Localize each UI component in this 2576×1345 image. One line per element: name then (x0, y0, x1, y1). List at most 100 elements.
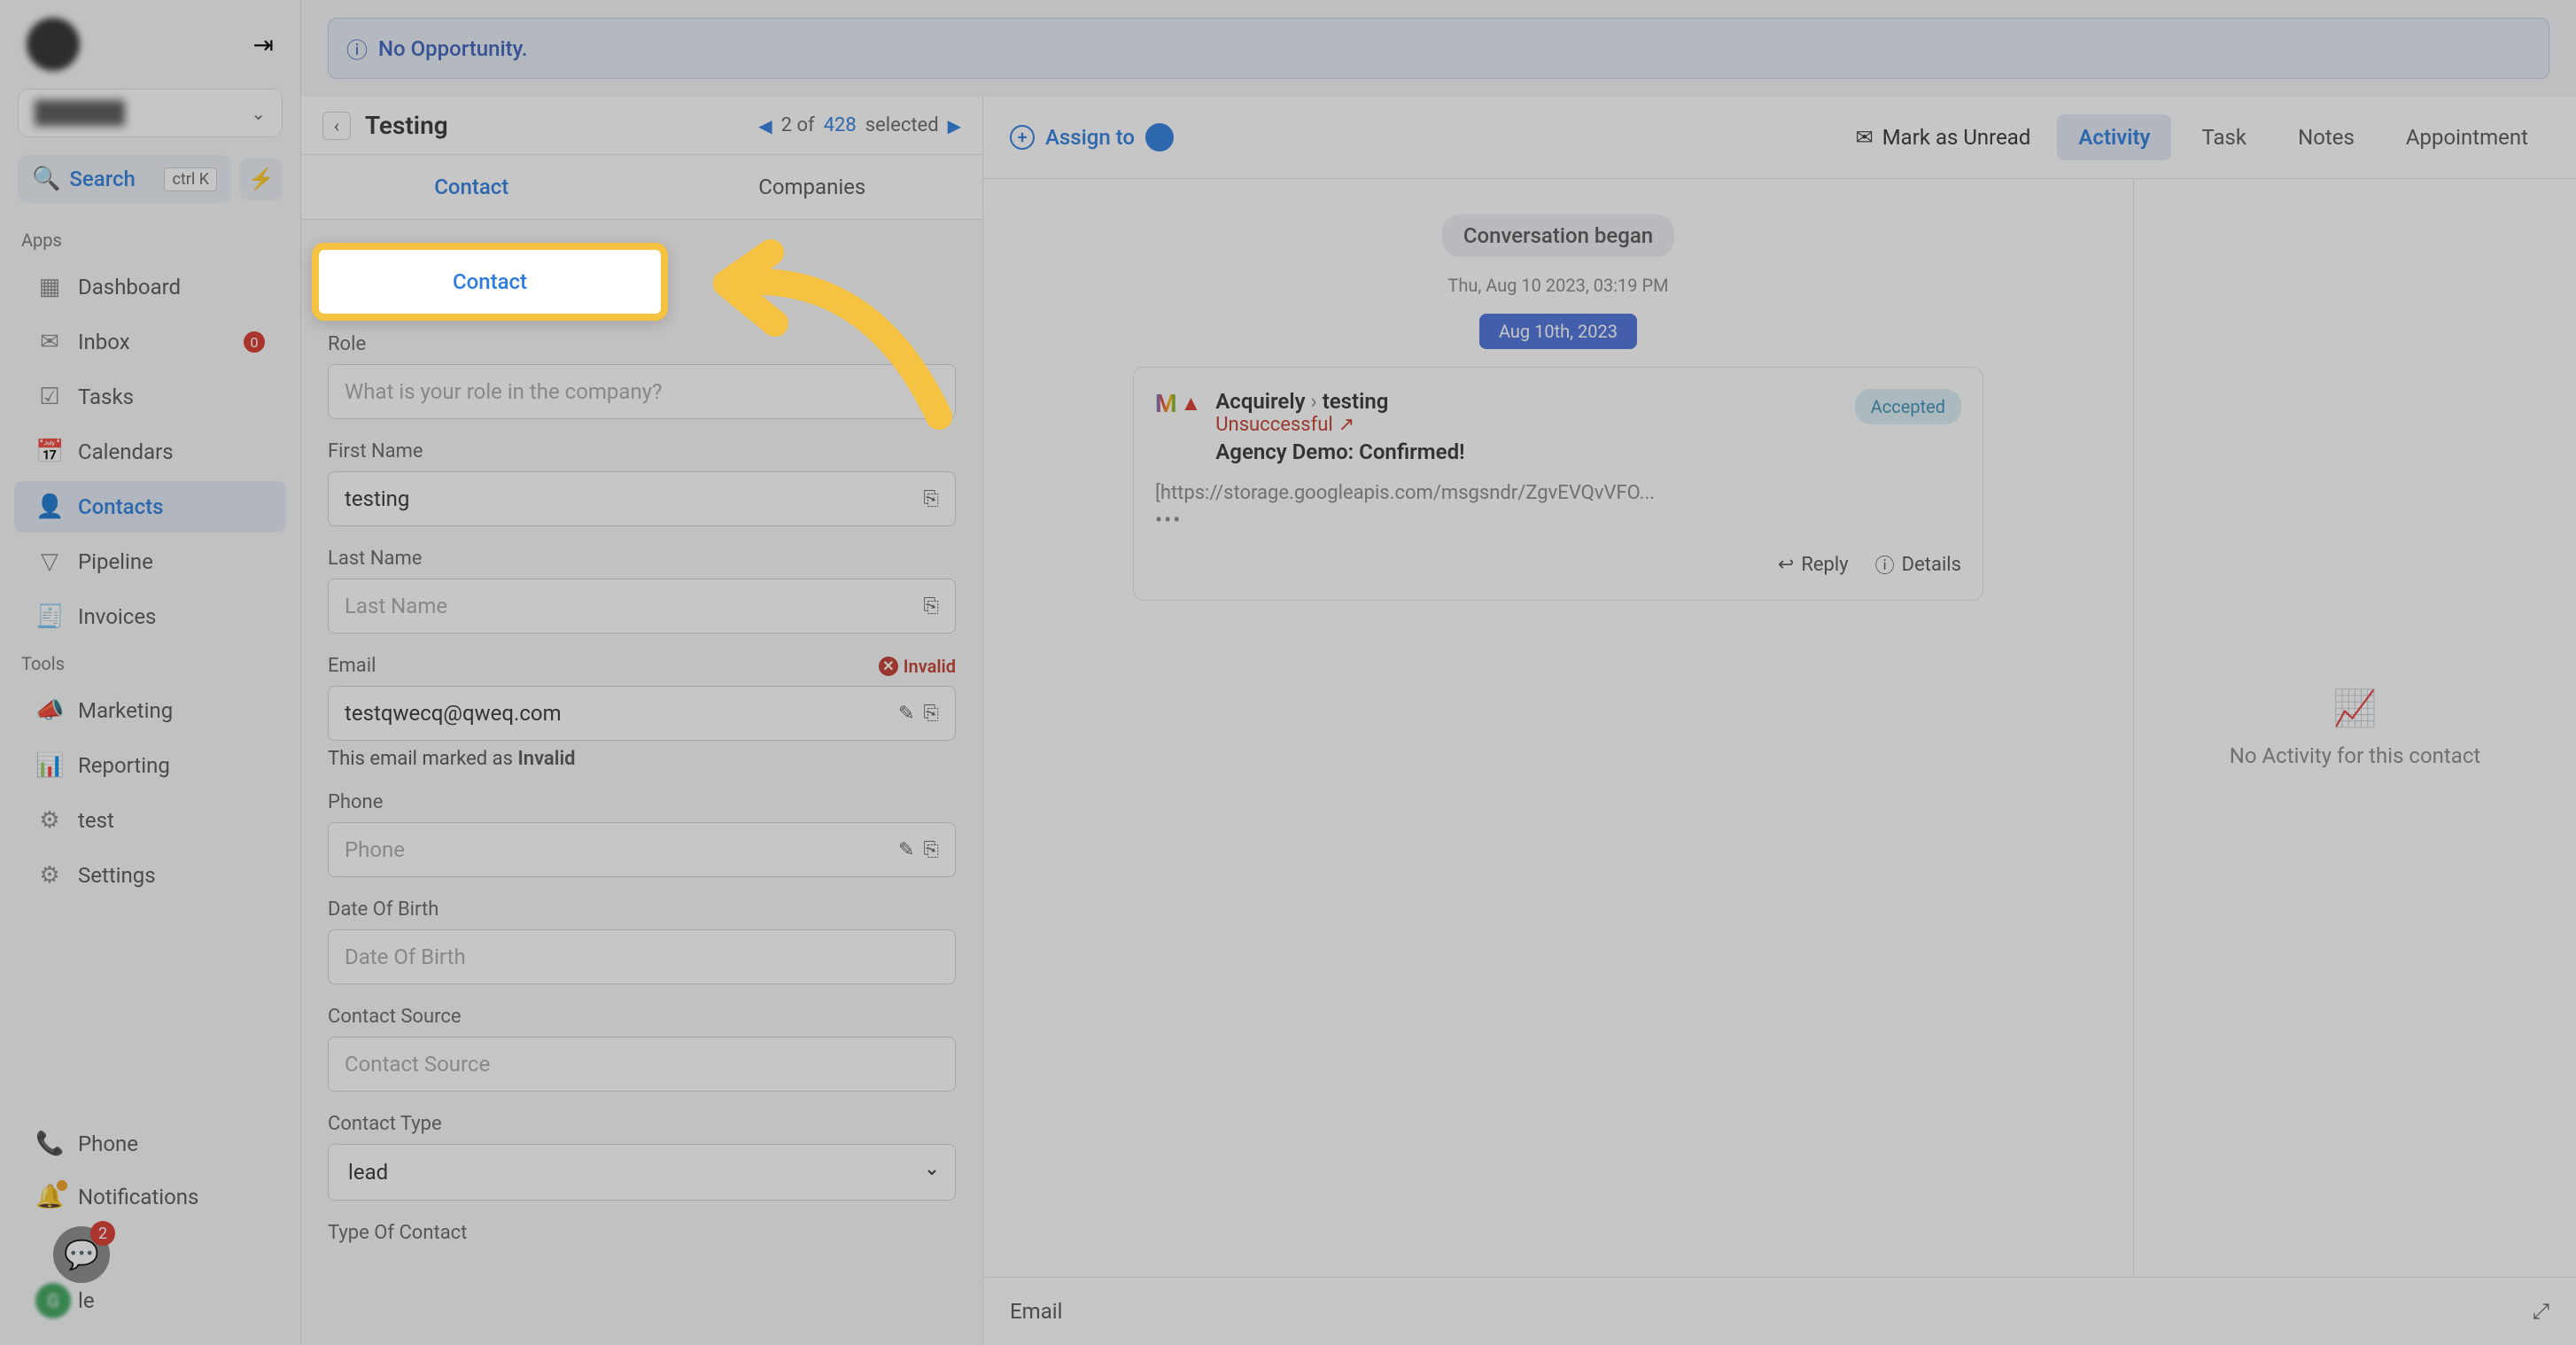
field-action-icon[interactable]: ⎘ (923, 488, 939, 510)
field-role: Role ⎘ (328, 333, 956, 419)
contact-form: Hide empty fields ⌄ Contact Role ⎘ (301, 220, 982, 1345)
field-action-icon[interactable]: ⎘ (923, 839, 939, 861)
last-name-input-wrap[interactable]: ⎘ (328, 579, 956, 634)
nav-notifications[interactable]: 🔔Notifications (14, 1171, 286, 1223)
first-name-input[interactable] (345, 486, 923, 511)
quick-action-button[interactable]: ⚡ (240, 158, 283, 200)
field-type-of-contact: Type Of Contact (328, 1222, 956, 1244)
sidebar: ⇥ ██████ ⌄ 🔍 Search ctrl K ⚡ Apps ▦Dashb… (0, 0, 301, 1345)
type-select-wrap[interactable]: lead (328, 1144, 956, 1201)
nav-tasks[interactable]: ☑Tasks (14, 371, 286, 423)
email-input-wrap[interactable]: ✎ ⎘ (328, 686, 956, 741)
nav-contacts[interactable]: 👤Contacts (14, 481, 286, 533)
envelope-icon: ✉ (1856, 125, 1874, 150)
tab-companies[interactable]: Companies (642, 155, 983, 219)
invoices-icon: 🧾 (35, 603, 64, 630)
first-name-input-wrap[interactable]: ⎘ (328, 471, 956, 526)
date-pill: Aug 10th, 2023 (1479, 314, 1637, 349)
email-status: Unsuccessful↗ (1215, 414, 1840, 436)
dob-input[interactable] (345, 945, 939, 969)
pager-next[interactable]: ▶ (948, 115, 961, 136)
main-content: ⓘ No Opportunity. ‹ Testing ◀ 2 of 428 s… (301, 0, 2576, 1345)
field-first-name: First Name ⎘ (328, 440, 956, 526)
section-tools: Tools (0, 644, 300, 683)
mark-unread-button[interactable]: ✉ Mark as Unread (1856, 125, 2031, 150)
email-input[interactable] (345, 701, 898, 726)
menu-toggle-icon[interactable]: ⇥ (253, 30, 274, 59)
compose-bar[interactable]: Email ⤢ (983, 1277, 2576, 1345)
tab-appointment[interactable]: Appointment (2385, 114, 2549, 160)
profile-avatar[interactable]: G (35, 1283, 71, 1318)
email-from: Acquirely›testing (1215, 389, 1840, 414)
edit-icon[interactable]: ✎ (898, 703, 914, 725)
compose-label: Email (1010, 1299, 1062, 1324)
tab-contact[interactable]: Contact (301, 155, 642, 219)
role-input[interactable] (345, 379, 923, 404)
field-type: Contact Type lead (328, 1113, 956, 1201)
email-card[interactable]: M▲ Acquirely›testing Unsuccessful↗ Agenc… (1133, 367, 1983, 601)
dashboard-icon: ▦ (35, 274, 64, 300)
type-select[interactable]: lead (345, 1159, 939, 1186)
conversation-began-pill: Conversation began (1442, 214, 1674, 257)
email-expand-dots[interactable]: ••• (1155, 508, 1961, 533)
pager-total[interactable]: 428 (824, 114, 857, 136)
tasks-icon: ☑ (35, 384, 64, 410)
nav-invoices[interactable]: 🧾Invoices (14, 591, 286, 642)
detail-header: ‹ Testing ◀ 2 of 428 selected ▶ (301, 97, 982, 155)
tab-task[interactable]: Task (2180, 114, 2268, 160)
activity-sidebar: 📈 No Activity for this contact (2133, 179, 2576, 1277)
field-email: Email ✕Invalid ✎ ⎘ This email marked as … (328, 655, 956, 770)
field-dob: Date Of Birth (328, 898, 956, 984)
nav-phone[interactable]: 📞Phone (14, 1118, 286, 1170)
details-button[interactable]: ⓘDetails (1875, 550, 1961, 579)
edit-icon[interactable]: ✎ (898, 839, 914, 861)
activity-header: + Assign to ✉ Mark as Unread Activity Ta… (983, 97, 2576, 179)
detail-tabs: Contact Companies (301, 155, 982, 220)
back-button[interactable]: ‹ (322, 112, 351, 140)
phone-input[interactable] (345, 837, 898, 862)
assignee-avatar (1145, 123, 1174, 152)
field-action-icon[interactable]: ⎘ (923, 381, 939, 403)
nav-test[interactable]: ⚙test (14, 795, 286, 846)
external-link-icon[interactable]: ↗ (1338, 414, 1354, 436)
field-action-icon[interactable]: ⎘ (923, 703, 939, 725)
chat-badge: 2 (90, 1221, 115, 1246)
last-name-input[interactable] (345, 594, 923, 618)
nav-dashboard[interactable]: ▦Dashboard (14, 261, 286, 313)
reply-button[interactable]: ↩Reply (1778, 550, 1849, 579)
workspace-avatar[interactable] (27, 18, 80, 71)
phone-input-wrap[interactable]: ✎ ⎘ (328, 822, 956, 877)
gear-icon: ⚙ (35, 807, 64, 834)
invalid-badge: ✕Invalid (879, 656, 956, 677)
opportunity-banner: ⓘ No Opportunity. (328, 18, 2549, 79)
search-box[interactable]: 🔍 Search ctrl K (18, 155, 231, 203)
source-input-wrap[interactable] (328, 1037, 956, 1092)
nav-calendars[interactable]: 📅Calendars (14, 426, 286, 478)
chat-widget[interactable]: 💬2 (53, 1226, 110, 1283)
no-activity-text: No Activity for this contact (2230, 743, 2480, 768)
conversation-time: Thu, Aug 10 2023, 03:19 PM (1447, 275, 1668, 296)
record-pager: ◀ 2 of 428 selected ▶ (758, 114, 961, 136)
chevron-down-icon: ⌄ (251, 103, 266, 124)
inbox-badge: 0 (244, 331, 265, 353)
account-selector[interactable]: ██████ ⌄ (18, 89, 283, 137)
nav-marketing[interactable]: 📣Marketing (14, 685, 286, 736)
nav-inbox[interactable]: ✉Inbox0 (14, 316, 286, 368)
phone-icon: 📞 (35, 1131, 64, 1157)
nav-pipeline[interactable]: ▽Pipeline (14, 536, 286, 587)
pager-prev[interactable]: ◀ (758, 115, 772, 136)
field-action-icon[interactable]: ⎘ (923, 595, 939, 618)
source-input[interactable] (345, 1052, 939, 1077)
contacts-icon: 👤 (35, 494, 64, 520)
tab-notes[interactable]: Notes (2277, 114, 2376, 160)
tutorial-highlight-contact-tab[interactable]: Contact (312, 243, 668, 321)
nav-settings[interactable]: ⚙Settings (14, 850, 286, 901)
gmail-icon: M▲ (1155, 389, 1201, 418)
role-input-wrap[interactable]: ⎘ (328, 364, 956, 419)
assign-to-button[interactable]: + Assign to (1010, 123, 1174, 152)
nav-reporting[interactable]: 📊Reporting (14, 740, 286, 791)
tab-activity[interactable]: Activity (2057, 114, 2171, 160)
expand-icon[interactable]: ⤢ (2533, 1299, 2549, 1324)
dob-input-wrap[interactable] (328, 929, 956, 984)
field-last-name: Last Name ⎘ (328, 548, 956, 634)
